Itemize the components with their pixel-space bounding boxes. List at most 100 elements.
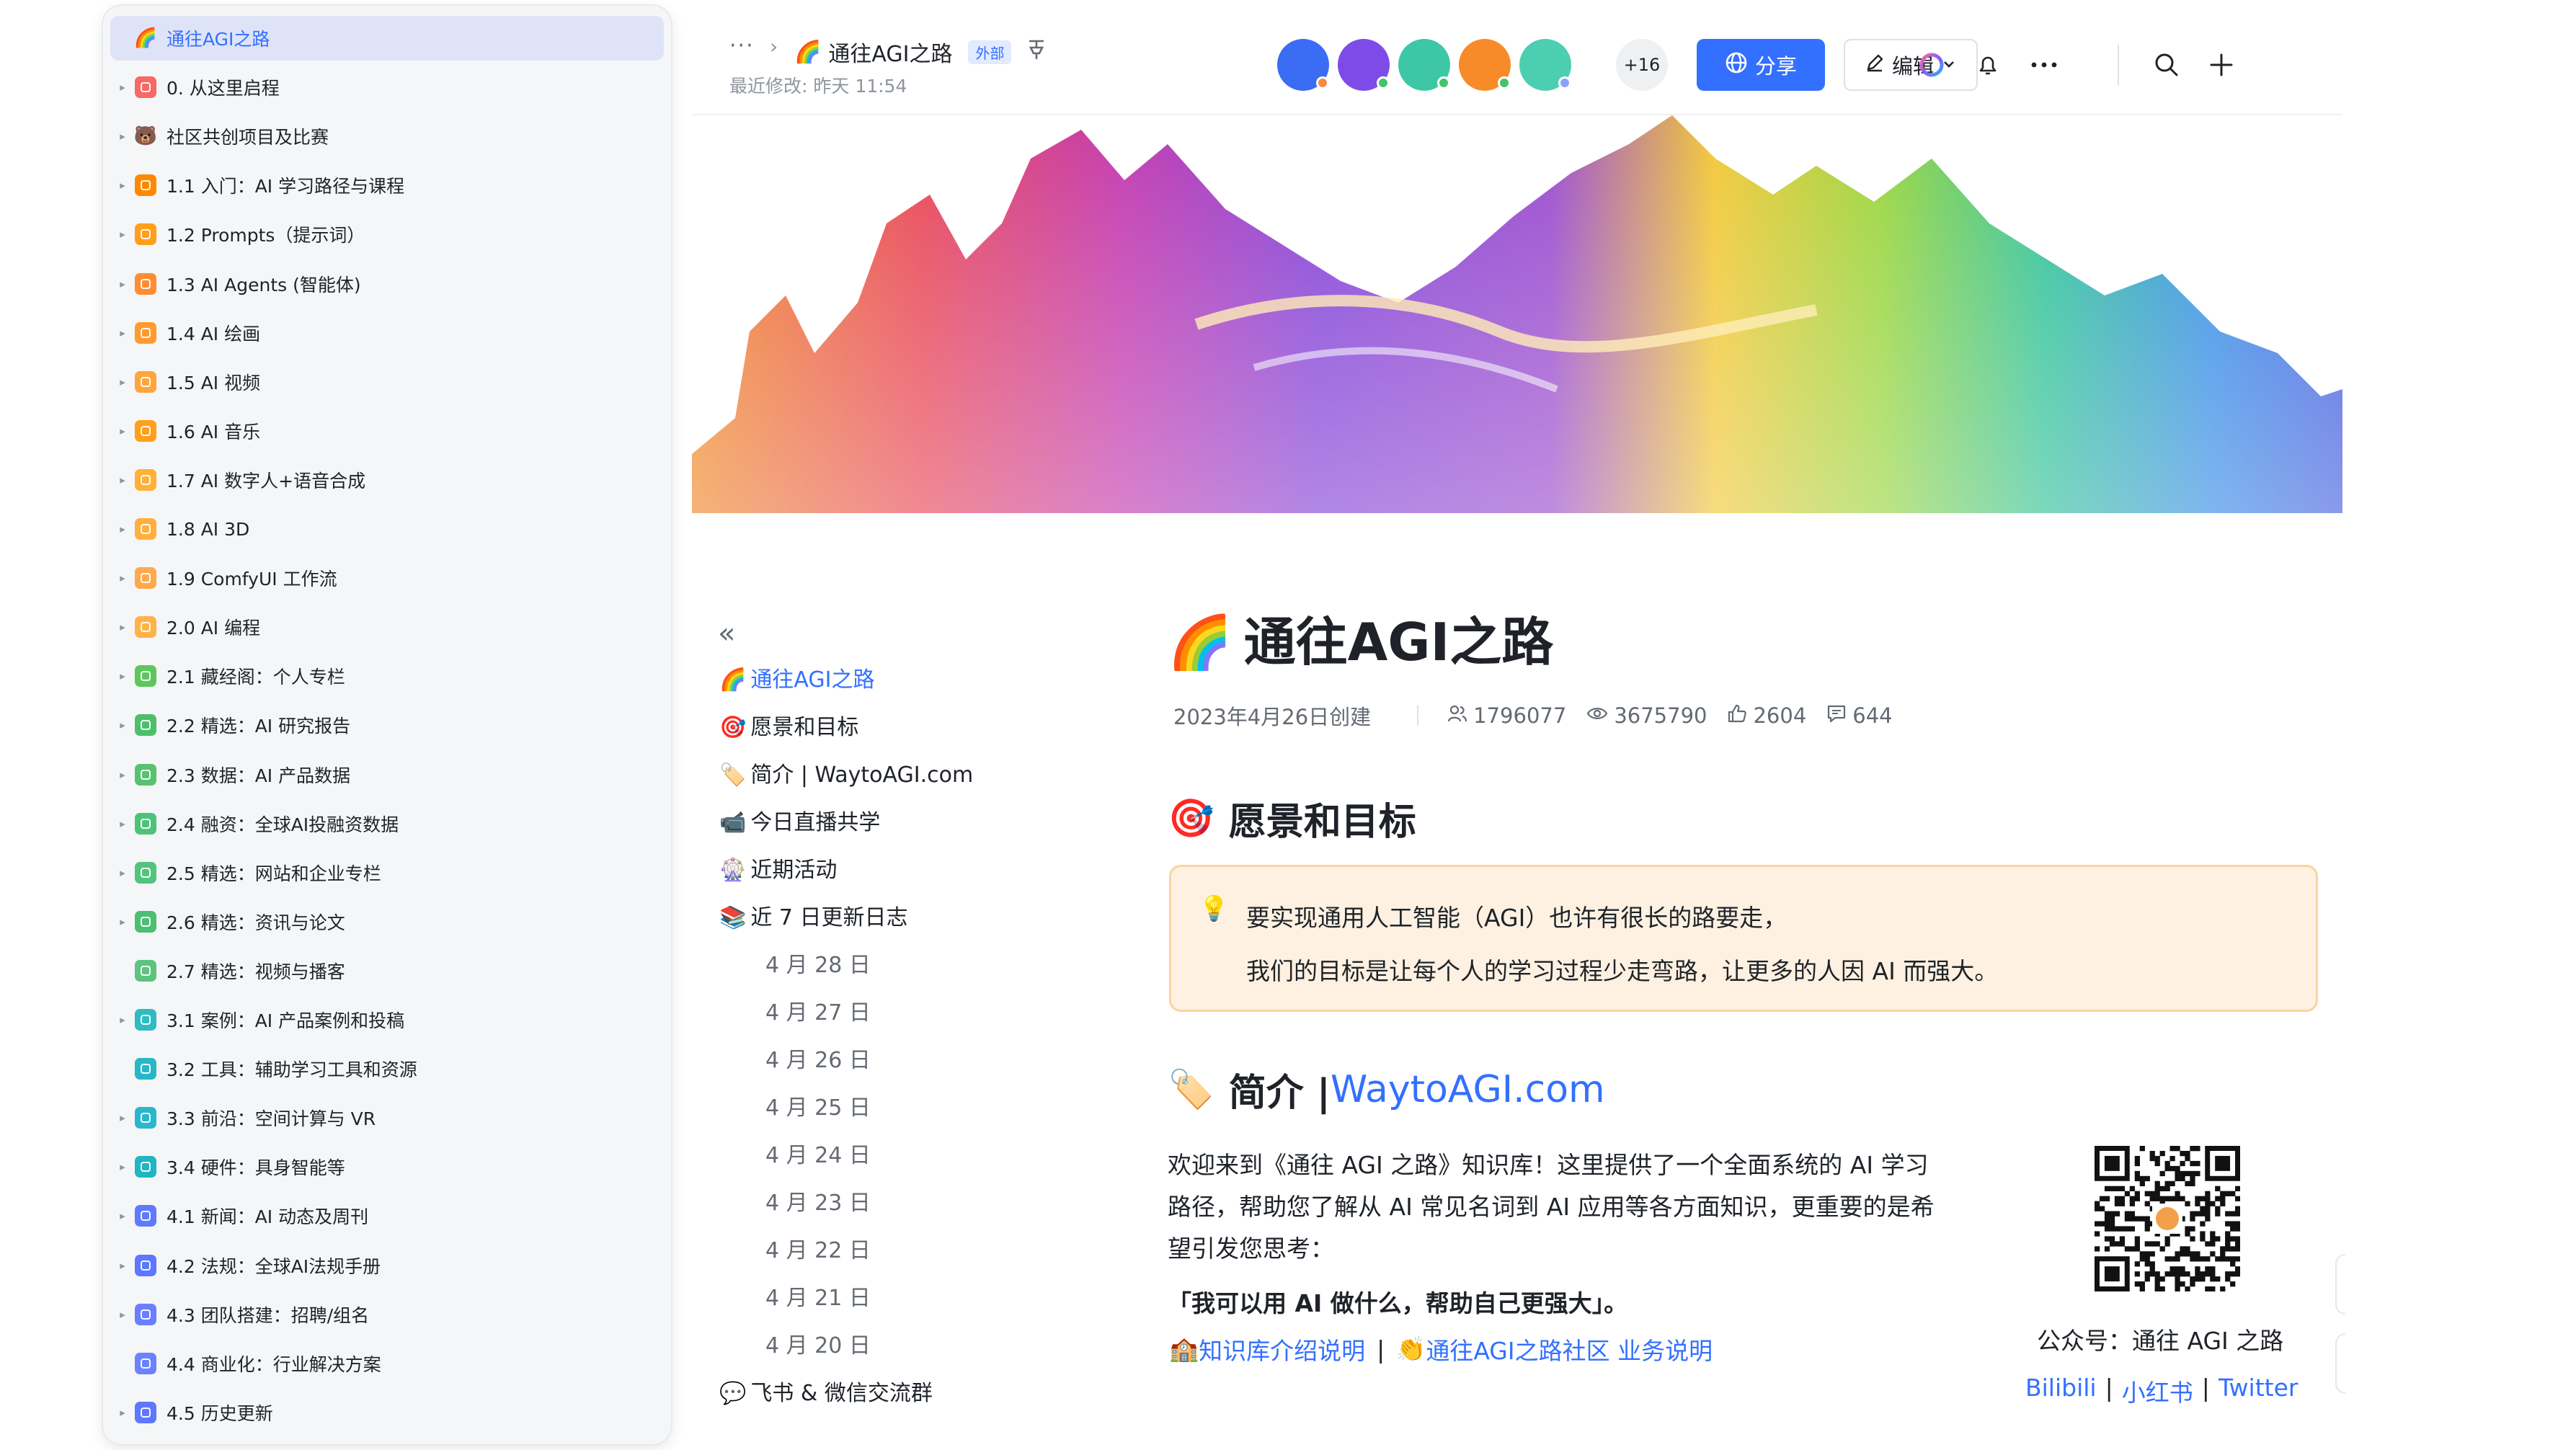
sidebar-item[interactable]: ▸ 1.3 AI Agents (智能体) [110,262,664,306]
expand-arrow-icon[interactable]: ▸ [110,621,135,633]
ai-assistant-icon[interactable] [1914,48,1949,82]
expand-arrow-icon[interactable]: ▸ [110,424,135,437]
doc-icon [135,1107,156,1129]
sidebar-item[interactable]: ▸ 2.0 AI 编程 [110,605,664,649]
sidebar-item[interactable]: ▸ 1.1 入门：AI 学习路径与课程 [110,163,664,208]
toc-item[interactable]: 4 月 28 日 [765,947,871,979]
page-title-text: 通往AGI之路 [1243,612,1554,672]
sidebar-item[interactable]: 3.2 工具：辅助学习工具和资源 [110,1046,664,1091]
sidebar-item[interactable]: ▸ 2.6 精选：资讯与论文 [110,899,664,944]
sidebar-item[interactable]: ▸ 4.5 历史更新 [110,1390,664,1435]
sidebar-item[interactable]: ▸ 1.6 AI 音乐 [110,409,664,453]
sidebar-item[interactable]: ▸ 1.8 AI 3D [110,507,664,551]
sidebar-item[interactable]: ▸ 4.2 法规：全球AI法规手册 [110,1243,664,1288]
expand-arrow-icon[interactable]: ▸ [110,1209,135,1222]
toc-item[interactable]: 🌈 通往AGI之路 [719,662,874,693]
sidebar-item[interactable]: ▸ 0. 从这里启程 [110,65,664,110]
expand-arrow-icon[interactable]: ▸ [110,473,135,486]
edit-mode-dropdown[interactable]: 编辑 [1844,39,1978,91]
expand-arrow-icon[interactable]: ▸ [110,915,135,928]
sidebar-item[interactable]: ▸ 1.7 AI 数字人+语音合成 [110,458,664,502]
collaborator-avatar[interactable] [1277,39,1329,91]
collaborator-avatar[interactable] [1459,39,1511,91]
sidebar-item[interactable]: ▸ 3.3 前沿：空间计算与 VR [110,1095,664,1140]
search-icon[interactable] [2149,48,2184,82]
toc-item[interactable]: 4 月 26 日 [765,1042,871,1074]
expand-arrow-icon[interactable]: ▸ [110,719,135,731]
expand-arrow-icon[interactable]: ▸ [110,1308,135,1321]
sidebar-item[interactable]: 🌈 通往AGI之路 [110,16,664,61]
collaborator-avatar[interactable] [1519,39,1571,91]
sidebar-item[interactable]: ▸ 1.9 ComfyUI 工作流 [110,556,664,600]
sidebar-item[interactable]: ▸ 4.1 新闻：AI 动态及周刊 [110,1193,664,1238]
expand-arrow-icon[interactable]: ▸ [110,670,135,682]
toc-item[interactable]: 4 月 20 日 [765,1327,871,1359]
sidebar-item[interactable]: ▸ 2.5 精选：网站和企业专栏 [110,850,664,895]
sidebar-item[interactable]: ▸ 1.5 AI 视频 [110,360,664,404]
toc-item[interactable]: 4 月 24 日 [765,1137,871,1169]
expand-arrow-icon[interactable]: ▸ [110,571,135,584]
sidebar-item[interactable]: ▸ 3.4 硬件：具身智能等 [110,1144,664,1189]
expand-arrow-icon[interactable]: ▸ [110,1160,135,1173]
expand-arrow-icon[interactable]: ▸ [110,866,135,879]
breadcrumb-more-button[interactable]: ··· [729,33,755,58]
community-link[interactable]: 通往AGI之路社区 业务说明 [1426,1332,1713,1366]
kb-intro-link[interactable]: 知识库介绍说明 [1199,1332,1365,1366]
sidebar-item[interactable]: ▸ 1.2 Prompts（提示词） [110,212,664,257]
sidebar-item[interactable]: ▸ 2.2 精选：AI 研究报告 [110,703,664,747]
side-panel-tab[interactable] [2335,1333,2345,1394]
toc-item[interactable]: 💬 飞书 & 微信交流群 [719,1375,933,1407]
sidebar-item[interactable]: ▸ 2.3 数据：AI 产品数据 [110,752,664,797]
expand-arrow-icon[interactable]: ▸ [110,1111,135,1124]
sidebar-item[interactable]: 4.4 商业化：行业解决方案 [110,1341,664,1386]
expand-arrow-icon[interactable]: ▸ [110,179,135,192]
toc-item[interactable]: 4 月 23 日 [765,1185,871,1217]
comments-stat[interactable]: 644 [1826,703,1893,728]
xiaohongshu-link[interactable]: 小红书 [2122,1374,2193,1408]
side-panel-tab[interactable] [2335,1254,2345,1315]
expand-arrow-icon[interactable]: ▸ [110,375,135,388]
plus-icon[interactable] [2204,48,2239,82]
bilibili-link[interactable]: Bilibili [2025,1374,2097,1408]
expand-arrow-icon[interactable]: ▸ [110,768,135,781]
toc-item[interactable]: 4 月 21 日 [765,1280,871,1312]
waytoagi-link[interactable]: WaytoAGI.com [1331,1068,1605,1111]
more-collaborators-button[interactable]: +16 [1616,39,1668,91]
toc-item[interactable]: 🏷️ 简介 | WaytoAGI.com [719,757,973,788]
sidebar-item[interactable]: ▸ 🐻 社区共创项目及比赛 [110,114,664,159]
toc-item[interactable]: 4 月 22 日 [765,1232,871,1264]
expand-arrow-icon[interactable]: ▸ [110,522,135,535]
share-button[interactable]: 分享 [1697,39,1825,91]
sidebar-item[interactable]: ▸ 1.4 AI 绘画 [110,311,664,355]
toc-item[interactable]: 📚 近 7 日更新日志 [719,899,908,931]
sidebar-item[interactable]: ▸ 3.1 案例：AI 产品案例和投稿 [110,997,664,1042]
toc-collapse-button[interactable]: « [718,617,735,650]
sidebar-item[interactable]: ▸ 4.3 团队搭建：招聘/组名 [110,1292,664,1337]
expand-arrow-icon[interactable]: ▸ [110,228,135,241]
pin-icon[interactable] [1027,39,1046,66]
collaborator-avatar[interactable] [1398,39,1450,91]
toc-item[interactable]: 🎯 愿景和目标 [719,709,858,741]
bell-icon[interactable] [1971,48,2005,82]
sidebar-item[interactable]: ▸ 2.1 藏经阁：个人专栏 [110,654,664,698]
toc-item[interactable]: 4 月 27 日 [765,995,871,1026]
expand-arrow-icon[interactable]: ▸ [110,277,135,290]
expand-arrow-icon[interactable]: ▸ [110,326,135,339]
doc-links-row: 🏫 知识库介绍说明 | 👏 通往AGI之路社区 业务说明 [1169,1332,1713,1366]
twitter-link[interactable]: Twitter [2219,1374,2299,1408]
breadcrumb[interactable]: 🌈 通往AGI之路 外部 [794,36,1046,68]
expand-arrow-icon[interactable]: ▸ [110,1259,135,1272]
likes-stat[interactable]: 2604 [1727,703,1806,729]
sidebar-item[interactable]: ▸ 2.4 融资：全球AI投融资数据 [110,801,664,846]
expand-arrow-icon[interactable]: ▸ [110,1013,135,1026]
collaborator-avatar[interactable] [1338,39,1390,91]
expand-arrow-icon[interactable]: ▸ [110,817,135,830]
expand-arrow-icon[interactable]: ▸ [110,130,135,143]
toc-item[interactable]: 🎡 近期活动 [719,852,837,884]
expand-arrow-icon[interactable]: ▸ [110,1406,135,1419]
toc-item[interactable]: 📹 今日直播共学 [719,804,880,836]
toc-item[interactable]: 4 月 25 日 [765,1090,871,1121]
sidebar-item[interactable]: 2.7 精选：视频与播客 [110,948,664,993]
more-options-icon[interactable] [2027,48,2061,82]
expand-arrow-icon[interactable]: ▸ [110,81,135,94]
